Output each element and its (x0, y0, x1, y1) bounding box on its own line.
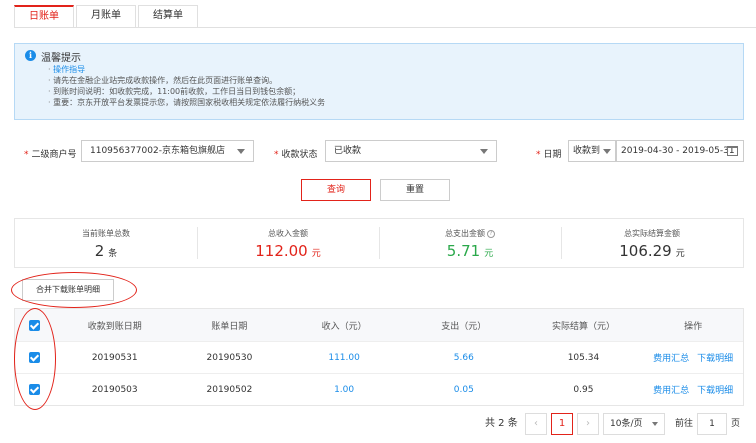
page-1-button[interactable]: 1 (551, 413, 573, 435)
tips-notice: i 温馨提示 操作指导 请先在金融企业站完成收款操作，然后在此页面进行账单查询。… (14, 43, 744, 120)
col-bill-date: 账单日期 (211, 321, 248, 332)
notice-title: 温馨提示 (41, 53, 81, 64)
summary-actual-settlement: 总实际结算金额 106.29 元 (561, 219, 743, 267)
expense-link[interactable]: 5.66 (404, 353, 524, 363)
merchant-select-value: 110956377002-京东箱包旗舰店 (90, 146, 225, 156)
chevron-down-icon (480, 149, 488, 154)
notice-item: 到账时间说明：如收款完成，11:00前收款，工作日当日到钱包余额； (48, 86, 325, 97)
income-link[interactable]: 1.00 (284, 385, 404, 395)
required-mark: * (536, 150, 541, 160)
summary-panel: 当前账单总数 2条 总收入金额 112.00 元 总支出金额? 5.71 元 总实际… (14, 218, 744, 268)
notice-guide-link[interactable]: 操作指导 (48, 64, 325, 75)
goto-page-input[interactable]: 1 (697, 413, 727, 435)
annotation-ellipse (11, 272, 137, 308)
annotation-ellipse (14, 308, 56, 410)
summary-bill-count: 当前账单总数 2条 (82, 229, 130, 260)
chevron-down-icon (237, 149, 245, 154)
tabs-divider (14, 27, 756, 28)
tab-monthly-bill[interactable]: 月账单 (76, 5, 136, 27)
date-type-select[interactable]: 收款到 (568, 140, 616, 162)
expense-link[interactable]: 0.05 (404, 385, 524, 395)
date-range-input[interactable]: 2019-04-30 - 2019-05-31 (616, 140, 744, 162)
status-select[interactable]: 已收款 (325, 140, 497, 162)
bill-table: 收款到账日期 账单日期 收入（元） 支出（元） 实际结算（元） 操作 20190… (14, 308, 744, 406)
help-icon[interactable]: ? (487, 230, 495, 238)
summary-total-income: 总收入金额 112.00 元 (197, 219, 379, 267)
info-icon: i (25, 50, 36, 61)
table-header: 收款到账日期 账单日期 收入（元） 支出（元） 实际结算（元） 操作 (15, 309, 743, 341)
chevron-down-icon (603, 149, 611, 154)
chevron-down-icon (652, 422, 658, 426)
fee-summary-link[interactable]: 费用汇总 (653, 386, 689, 396)
pager-total: 共 2 条 (485, 418, 518, 429)
page-size-select[interactable]: 10条/页 (603, 413, 665, 435)
table-row: 20190531 20190530 111.00 5.66 105.34 费用汇… (15, 341, 743, 373)
download-detail-link[interactable]: 下载明细 (697, 354, 733, 364)
next-page-button[interactable]: › (577, 413, 599, 435)
calendar-icon[interactable] (727, 146, 738, 156)
download-detail-link[interactable]: 下载明细 (697, 386, 733, 396)
notice-list: 操作指导 请先在金融企业站完成收款操作，然后在此页面进行账单查询。 到账时间说明… (48, 64, 325, 108)
col-pay-date: 收款到账日期 (87, 321, 142, 332)
page-unit-label: 页 (731, 419, 741, 429)
date-range-value: 2019-04-30 - 2019-05-31 (621, 146, 735, 156)
status-label: * 收款状态 (274, 150, 318, 160)
notice-item: 请先在金融企业站完成收款操作，然后在此页面进行账单查询。 (48, 75, 325, 86)
col-expense: 支出（元） (441, 321, 487, 332)
goto-label: 前往 (675, 419, 694, 429)
fee-summary-link[interactable]: 费用汇总 (653, 354, 689, 364)
summary-total-expense: 总支出金额? 5.71 元 (379, 219, 561, 267)
bill-tabs: 日账单 月账单 结算单 (14, 5, 200, 27)
col-actual: 实际结算（元） (551, 321, 615, 332)
date-type-value: 收款到 (573, 146, 601, 156)
required-mark: * (24, 150, 29, 160)
date-label: * 日期 (536, 150, 562, 160)
query-button[interactable]: 查询 (301, 179, 371, 201)
status-select-value: 已收款 (334, 146, 362, 156)
col-income: 收入（元） (321, 321, 367, 332)
tab-daily-bill[interactable]: 日账单 (14, 5, 74, 27)
notice-item: 重要：京东开放平台发票提示您，请按照国家税收相关规定依法履行纳税义务 (48, 97, 325, 108)
prev-page-button[interactable]: ‹ (525, 413, 547, 435)
merchant-label: * 二级商户号 (24, 150, 77, 160)
required-mark: * (274, 150, 279, 160)
tab-settlement-bill[interactable]: 结算单 (138, 5, 198, 27)
table-row: 20190503 20190502 1.00 0.05 0.95 费用汇总 下载明… (15, 373, 743, 405)
reset-button[interactable]: 重置 (380, 179, 450, 201)
income-link[interactable]: 111.00 (284, 353, 404, 363)
col-operation: 操作 (684, 321, 703, 332)
merchant-select[interactable]: 110956377002-京东箱包旗舰店 (81, 140, 254, 162)
